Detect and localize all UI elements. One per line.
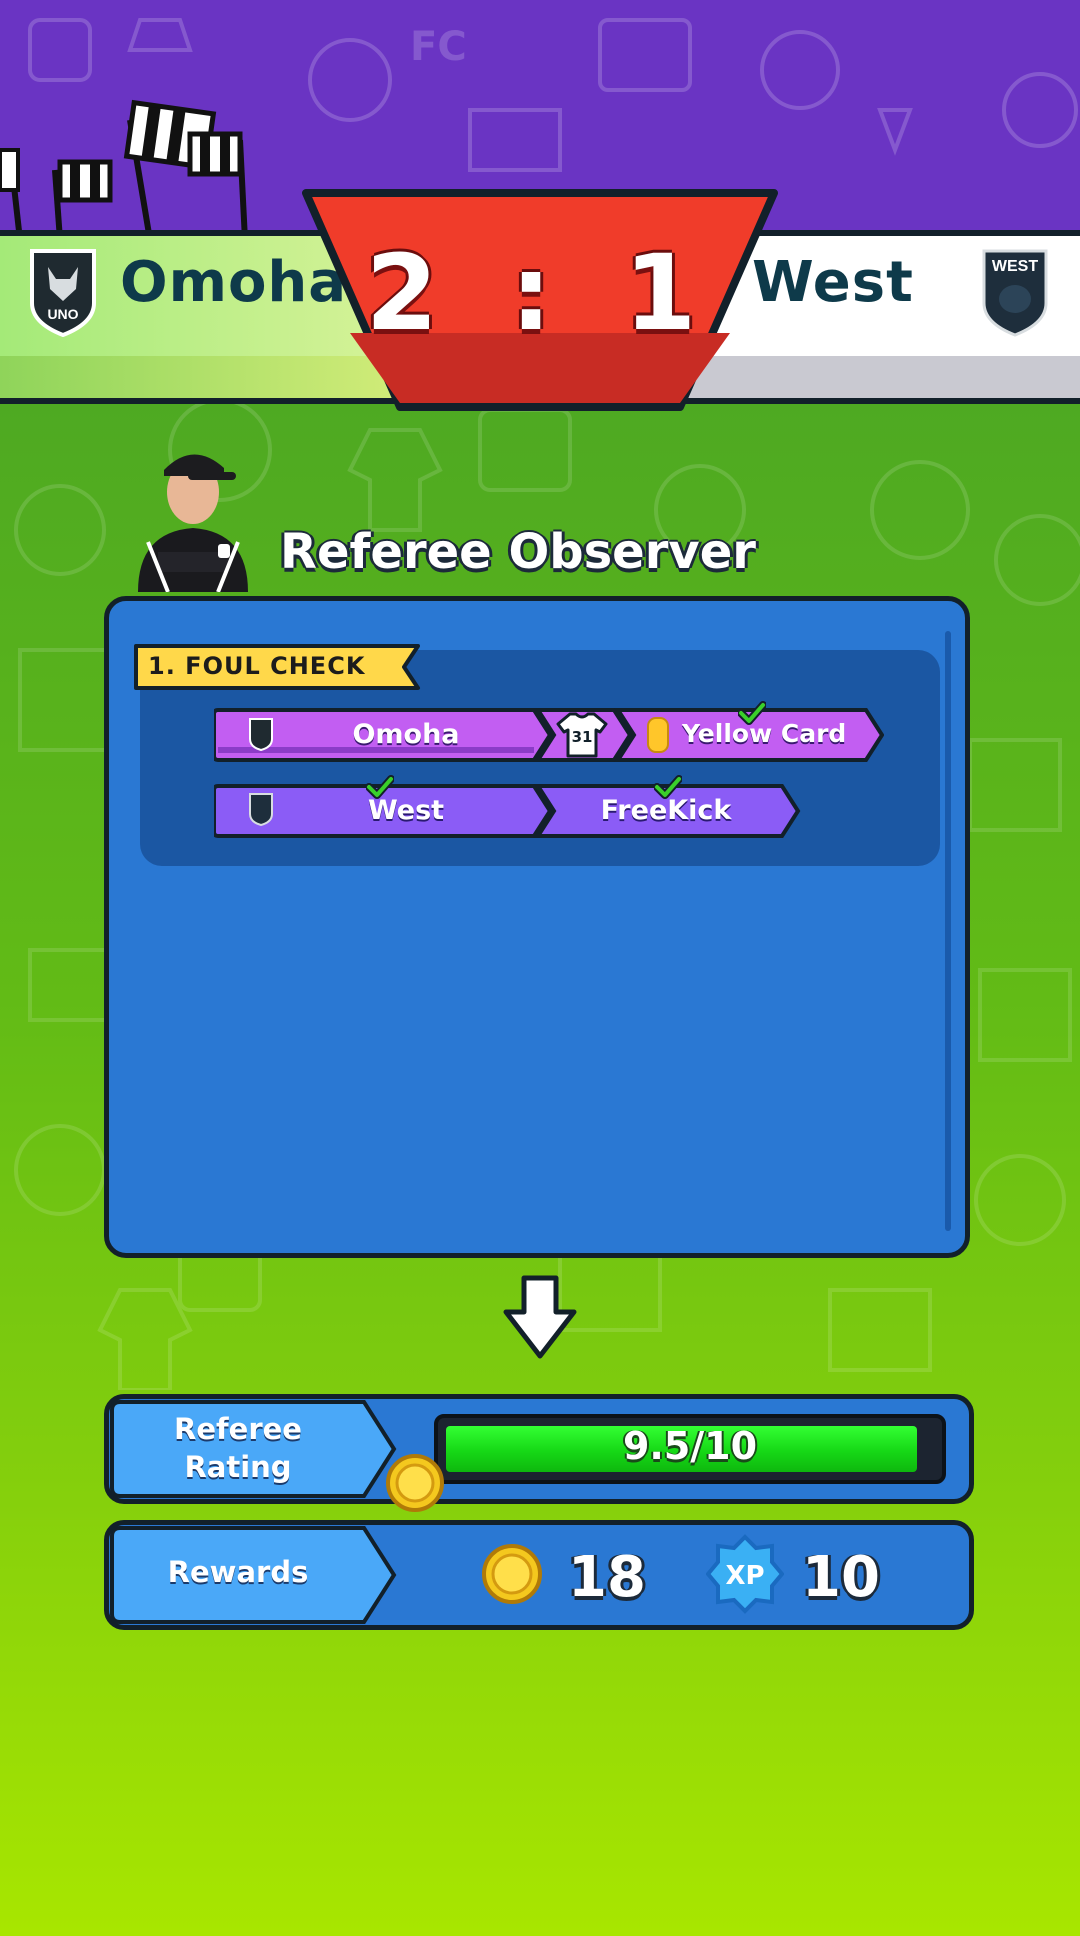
referee-observer-avatar (138, 454, 248, 592)
rating-label: Referee Rating (108, 1410, 368, 1486)
player-number: 31 (572, 728, 593, 746)
away-crest-label: WEST (992, 258, 1038, 275)
foul-team-name: Omoha (352, 719, 460, 750)
reward-xp-value: 10 (802, 1545, 880, 1610)
arrow-down-icon (503, 1275, 577, 1359)
reward-coins-value: 18 (568, 1545, 646, 1610)
home-crest-label: UNO (47, 306, 78, 322)
check-icon (738, 701, 766, 725)
yellow-card-icon (647, 717, 669, 753)
checkered-flags-decoration (0, 99, 248, 240)
check-icon (366, 775, 394, 799)
jersey-icon: 31 (556, 712, 608, 758)
match-score: 2 : 1 (365, 232, 715, 354)
foul-decision: Yellow Card (682, 719, 847, 748)
rewards-label: Rewards (167, 1555, 309, 1589)
xp-icon: XP (706, 1534, 784, 1614)
away-team-crest-icon: WEST (982, 249, 1048, 337)
rating-label-line2: Rating (184, 1450, 292, 1484)
coin-icon (386, 1454, 444, 1512)
home-team-crest-icon: UNO (30, 249, 96, 337)
xp-badge-label: XP (725, 1561, 764, 1591)
foul-team-name: West (367, 795, 445, 826)
check-icon (654, 775, 682, 799)
home-team-crest-icon (249, 718, 273, 751)
away-team-crest-icon (249, 793, 273, 826)
coin-icon (482, 1544, 542, 1604)
panel-title: Referee Observer (280, 524, 756, 580)
section-label: 1. FOUL CHECK (148, 652, 366, 680)
scrollbar[interactable] (945, 631, 951, 1231)
rating-value: 9.5/10 (622, 1424, 758, 1468)
svg-text:FC: FC (410, 24, 467, 70)
rating-label-line1: Referee (174, 1412, 302, 1446)
